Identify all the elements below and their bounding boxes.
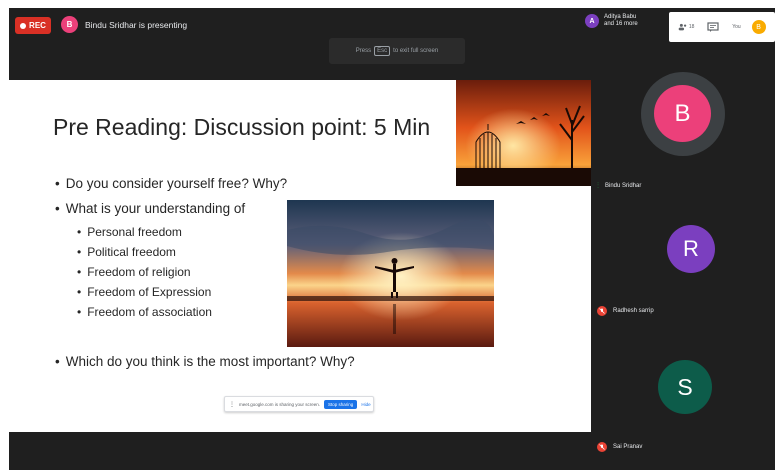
participant-avatar: R <box>667 225 715 273</box>
participant-avatar: B <box>654 85 711 142</box>
presenter-indicator: B Bindu Sridhar is presenting <box>61 16 187 33</box>
sub-bullet-item: Personal freedom <box>77 225 182 239</box>
sub-bullet-item: Political freedom <box>77 245 176 259</box>
sub-bullet-item: Freedom of association <box>77 305 212 319</box>
participant-name: Bindu Sridhar <box>605 183 642 189</box>
presenter-text: Bindu Sridhar is presenting <box>85 19 188 30</box>
user-avatar[interactable]: B <box>751 20 766 34</box>
more-participants-avatar: A <box>585 14 599 28</box>
participant-name-tag: Radhesh sarrip <box>597 306 654 316</box>
meet-window: REC B Bindu Sridhar is presenting A Adit… <box>9 8 775 470</box>
sub-bullet-item: Freedom of Expression <box>77 285 211 299</box>
people-count: 18 <box>688 24 695 30</box>
recording-label: REC <box>29 21 46 30</box>
esc-key: Esc <box>374 46 391 56</box>
chat-button[interactable] <box>705 19 721 35</box>
record-dot-icon <box>20 22 27 29</box>
participant-avatar: S <box>658 360 712 414</box>
chat-icon <box>707 21 719 32</box>
top-right-controls: 18 You B <box>669 12 775 42</box>
fullscreen-hint-pre: Press <box>355 48 372 54</box>
participant-tile[interactable]: R Radhesh sarrip <box>591 194 775 330</box>
bullet-item: What is your understanding of <box>55 201 245 216</box>
people-icon <box>679 23 687 31</box>
shared-slide: Pre Reading: Discussion point: 5 Min • D… <box>9 80 591 432</box>
participant-name: Sai Pranav <box>613 444 643 450</box>
fullscreen-hint: Press Esc to exit full screen <box>329 38 465 64</box>
you-label: You <box>732 24 741 30</box>
bullet-item: Which do you think is the most important… <box>55 354 355 369</box>
top-bar: REC B Bindu Sridhar is presenting A Adit… <box>9 8 775 42</box>
participant-name: Radhesh sarrip <box>613 308 654 314</box>
participant-name-tag: ⫶ Bindu Sridhar <box>597 181 641 191</box>
people-button[interactable]: 18 <box>678 19 694 35</box>
participant-tile[interactable]: B ⫶ Bindu Sridhar <box>591 54 775 194</box>
slide-title: Pre Reading: Discussion point: 5 Min <box>53 114 431 140</box>
bottom-bar <box>9 432 591 470</box>
birdcage-sunset-image <box>456 80 591 186</box>
share-drag-icon: ⋮ <box>229 401 235 408</box>
freedom-sunset-image <box>287 200 494 347</box>
fullscreen-hint-post: to exit full screen <box>393 48 439 54</box>
more-participants-name: Aditya Babu <box>604 14 637 20</box>
more-participants[interactable]: A Aditya Babu and 16 more <box>585 14 638 28</box>
speaking-icon: ⫶ <box>597 181 599 190</box>
share-notification-text: meet.google.com is sharing your screen. <box>239 401 321 407</box>
stop-sharing-button[interactable]: Stop sharing <box>324 399 358 409</box>
presenter-avatar: B <box>61 16 78 33</box>
more-participants-count: and 16 more <box>604 21 638 27</box>
sub-bullet-item: Freedom of religion <box>77 265 190 279</box>
participant-tile[interactable]: S Sai Pranav <box>591 330 775 470</box>
mic-off-icon <box>597 306 607 316</box>
screen-share-notification: ⋮ meet.google.com is sharing your screen… <box>224 396 374 412</box>
bullet-item: Do you consider yourself free? Why? <box>55 176 287 191</box>
mic-off-icon <box>597 442 607 452</box>
recording-badge: REC <box>15 17 51 34</box>
hide-button[interactable]: Hide <box>361 402 370 407</box>
participant-name-tag: Sai Pranav <box>597 442 642 452</box>
